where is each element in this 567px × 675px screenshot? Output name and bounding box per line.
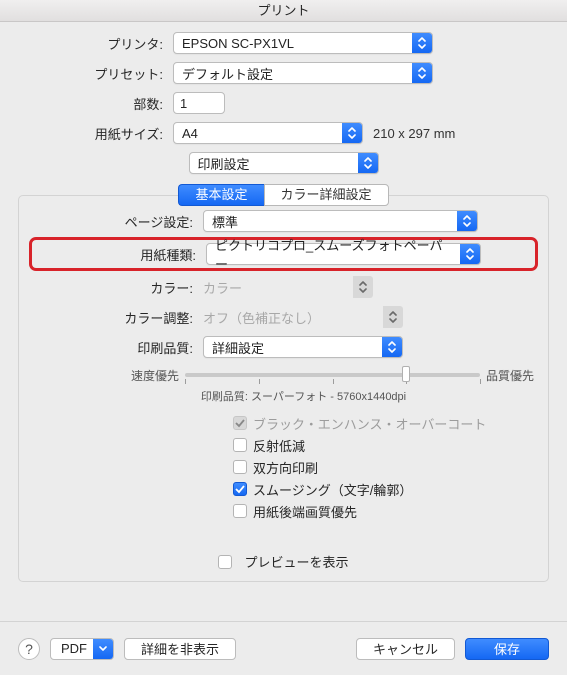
preview-label: プレビューを表示 (244, 552, 348, 571)
color-adjust-select: オフ（色補正なし） (203, 306, 403, 328)
media-type-select[interactable]: ピクトリコプロ_スムーズフォトペーパー (206, 243, 481, 265)
media-type-value: ピクトリコプロ_スムーズフォトペーパー (215, 235, 454, 273)
tab-basic[interactable]: 基本設定 (178, 184, 263, 206)
printer-select[interactable]: EPSON SC-PX1VL (173, 32, 433, 54)
check-bidir-row[interactable]: 双方向印刷 (233, 456, 534, 478)
printer-value: EPSON SC-PX1VL (182, 36, 294, 51)
panel-value: 印刷設定 (198, 154, 250, 173)
paper-size-select[interactable]: A4 (173, 122, 363, 144)
page-setup-value: 標準 (212, 212, 238, 231)
tab-segment: 基本設定 カラー詳細設定 (18, 184, 549, 206)
chevron-updown-icon (382, 337, 402, 357)
paper-size-dimensions: 210 x 297 mm (373, 126, 455, 141)
check-smoothing-label: スムージング（文字/輪郭） (253, 480, 412, 499)
chevron-updown-icon (457, 211, 477, 231)
copies-label: 部数: (18, 94, 173, 113)
slider-thumb[interactable] (402, 366, 410, 382)
dialog-content: プリンタ: EPSON SC-PX1VL プリセット: デフォルト設定 部数: (0, 22, 567, 621)
printer-label: プリンタ: (18, 34, 173, 53)
quality-slider[interactable] (185, 366, 480, 384)
color-label: カラー: (33, 278, 203, 297)
paper-size-label: 用紙サイズ: (18, 124, 173, 143)
hide-details-button[interactable]: 詳細を非表示 (124, 638, 236, 660)
check-trailing-row[interactable]: 用紙後端画質優先 (233, 500, 534, 522)
save-button[interactable]: 保存 (465, 638, 549, 660)
cancel-button[interactable]: キャンセル (356, 638, 455, 660)
color-adjust-value: オフ（色補正なし） (203, 308, 320, 327)
check-reflect[interactable] (233, 438, 247, 452)
paper-size-value: A4 (182, 126, 198, 141)
slider-left-cap: 速度優先 (131, 367, 179, 384)
tab-color-detail[interactable]: カラー詳細設定 (264, 184, 389, 206)
chevron-updown-icon (460, 244, 480, 264)
copies-field[interactable]: 1 (173, 92, 225, 114)
copies-value: 1 (180, 96, 187, 111)
preset-label: プリセット: (18, 64, 173, 83)
check-reflect-row[interactable]: 反射低減 (233, 434, 534, 456)
preset-select[interactable]: デフォルト設定 (173, 62, 433, 84)
chevron-updown-icon (383, 306, 403, 328)
page-setup-select[interactable]: 標準 (203, 210, 478, 232)
check-black-enhance-row: ブラック・エンハンス・オーバーコート (233, 412, 534, 434)
media-type-label: 用紙種類: (36, 245, 206, 264)
color-value: カラー (203, 278, 242, 297)
resolution-select[interactable]: 詳細設定 (203, 336, 403, 358)
check-reflect-label: 反射低減 (253, 436, 305, 455)
check-trailing-label: 用紙後端画質優先 (253, 502, 357, 521)
chevron-updown-icon (412, 63, 432, 83)
resolution-label: 印刷品質: (33, 338, 203, 357)
check-smoothing-row[interactable]: スムージング（文字/輪郭） (233, 478, 534, 500)
quality-info-line: 印刷品質: スーパーフォト - 5760x1440dpi (73, 388, 534, 404)
window-title: プリント (0, 0, 567, 22)
color-adjust-label: カラー調整: (33, 308, 203, 327)
settings-panel: ページ設定: 標準 用紙種類: ピクトリコプロ_スムーズフォトペーパー (18, 195, 549, 582)
check-bidir[interactable] (233, 460, 247, 474)
check-trailing[interactable] (233, 504, 247, 518)
check-bidir-label: 双方向印刷 (253, 458, 318, 477)
pdf-menu[interactable]: PDF (50, 638, 114, 660)
chevron-updown-icon (353, 276, 373, 298)
chevron-updown-icon (342, 123, 362, 143)
chevron-updown-icon (412, 33, 432, 53)
page-setup-label: ページ設定: (33, 212, 203, 231)
check-smoothing[interactable] (233, 482, 247, 496)
check-black-enhance (233, 416, 247, 430)
dialog-footer: ? PDF 詳細を非表示 キャンセル 保存 (0, 621, 567, 675)
panel-select[interactable]: 印刷設定 (189, 152, 379, 174)
media-type-highlight: 用紙種類: ピクトリコプロ_スムーズフォトペーパー (29, 237, 538, 271)
slider-right-cap: 品質優先 (486, 367, 534, 384)
check-black-enhance-label: ブラック・エンハンス・オーバーコート (253, 414, 486, 433)
preview-checkbox[interactable] (218, 555, 232, 569)
chevron-updown-icon (358, 153, 378, 173)
chevron-down-icon (93, 639, 113, 659)
preset-value: デフォルト設定 (182, 64, 273, 83)
help-button[interactable]: ? (18, 638, 40, 660)
pdf-label: PDF (61, 641, 87, 656)
resolution-value: 詳細設定 (212, 338, 264, 357)
color-select: カラー (203, 276, 373, 298)
